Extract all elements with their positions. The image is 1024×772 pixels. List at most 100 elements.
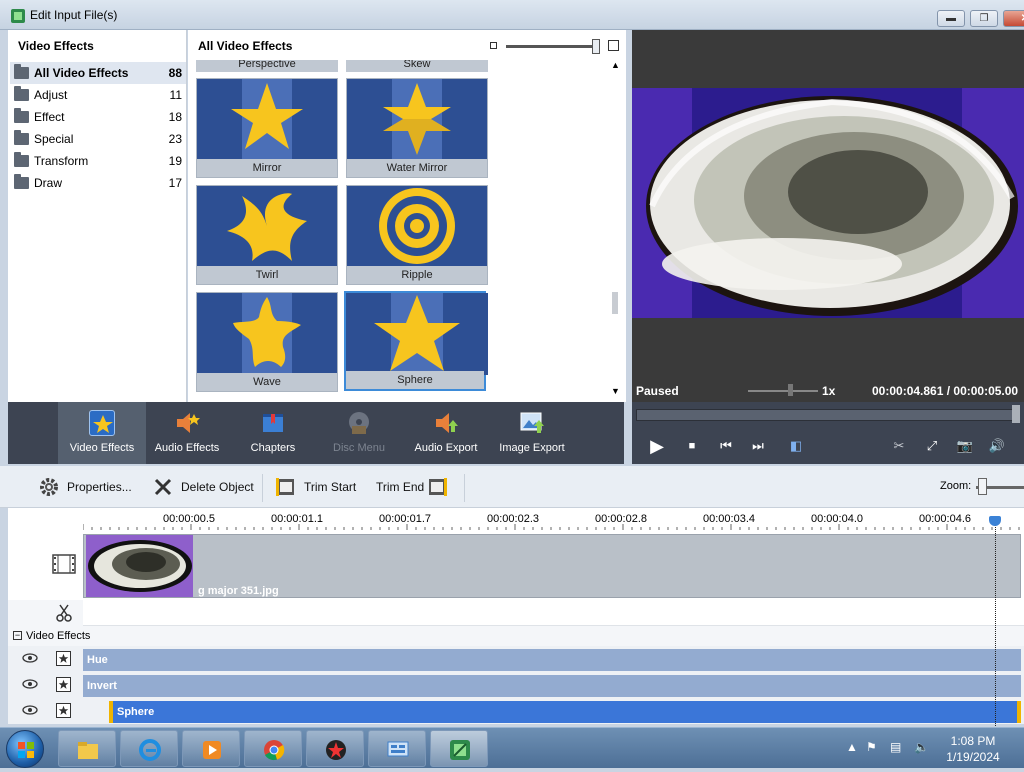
- audio-effects-button[interactable]: Audio Effects: [146, 402, 228, 464]
- effect-bar-invert[interactable]: Invert: [83, 675, 1021, 697]
- split-lane[interactable]: [83, 600, 1024, 626]
- effect-label: Sphere: [346, 371, 484, 389]
- scroll-down-icon[interactable]: ▼: [611, 386, 620, 396]
- category-special[interactable]: Special 23: [10, 128, 186, 150]
- disc-menu-button[interactable]: Disc Menu: [316, 402, 402, 464]
- clock-date[interactable]: 1/19/2024: [940, 750, 1006, 764]
- next-frame-button[interactable]: ⏭: [749, 437, 767, 455]
- trim-end-button[interactable]: Trim End: [376, 476, 450, 498]
- trim-handle-end[interactable]: [1017, 701, 1021, 723]
- windows-logo-icon: [18, 742, 34, 758]
- audio-export-button[interactable]: Audio Export: [402, 402, 490, 464]
- scissors-icon[interactable]: [56, 604, 72, 622]
- fullscreen-button[interactable]: ⤢: [923, 437, 941, 455]
- minimize-button[interactable]: ▬: [937, 10, 965, 27]
- speed-slider-thumb[interactable]: [788, 384, 793, 396]
- delete-icon: [152, 476, 174, 498]
- water-mirror-preview-icon: [347, 79, 487, 159]
- category-label: Transform: [34, 154, 89, 168]
- scrollbar-thumb[interactable]: [612, 292, 618, 314]
- eye-icon[interactable]: [22, 652, 38, 664]
- folder-icon: [14, 174, 29, 189]
- tray-network-icon[interactable]: ▤: [890, 740, 906, 756]
- effect-thumb-water-mirror[interactable]: Water Mirror: [346, 78, 488, 178]
- taskbar-chrome[interactable]: [244, 730, 302, 767]
- category-count: 17: [168, 176, 182, 190]
- effect-thumb-skew[interactable]: Skew: [346, 60, 488, 72]
- seek-bar[interactable]: [636, 409, 1020, 421]
- preview-frame-image: [632, 88, 1024, 318]
- cut-button[interactable]: ✂: [889, 437, 909, 455]
- effect-thumb-sphere[interactable]: Sphere: [344, 291, 488, 391]
- delete-object-button[interactable]: Delete Object: [152, 476, 256, 498]
- eye-icon[interactable]: [22, 704, 38, 716]
- effect-star-icon[interactable]: [56, 703, 71, 718]
- previous-frame-button[interactable]: ⏮: [717, 437, 735, 455]
- effect-thumb-ripple[interactable]: Ripple: [346, 185, 488, 285]
- effects-gallery: All Video Effects Perspective Skew Mirro…: [188, 30, 626, 402]
- effect-star-icon[interactable]: [56, 651, 71, 666]
- effect-thumb-wave[interactable]: Wave: [196, 292, 338, 392]
- disc-menu-icon: [346, 410, 372, 436]
- gallery-scrollbar[interactable]: ▲ ▼: [609, 60, 623, 400]
- split-view-icon[interactable]: ◧: [784, 437, 808, 455]
- category-count: 11: [169, 88, 182, 102]
- effect-thumb-perspective[interactable]: Perspective: [196, 60, 338, 72]
- playhead-line: [995, 520, 996, 726]
- folder-icon: [14, 152, 29, 167]
- thumbnail-size-slider-thumb[interactable]: [592, 39, 600, 54]
- thumbnail-size-slider[interactable]: [506, 45, 594, 48]
- seek-bar-thumb[interactable]: [1012, 405, 1020, 423]
- image-export-icon: [519, 410, 545, 436]
- chrome-icon: [264, 740, 285, 761]
- video-effects-button[interactable]: Video Effects: [58, 402, 146, 464]
- maximize-button[interactable]: ❐: [970, 10, 998, 27]
- thumbnail-size-large-icon[interactable]: [608, 40, 619, 51]
- close-button[interactable]: ✕: [1003, 10, 1024, 27]
- category-draw[interactable]: Draw 17: [10, 172, 186, 194]
- zoom-slider-thumb[interactable]: [978, 478, 987, 495]
- effect-thumb-twirl[interactable]: Twirl: [196, 185, 338, 285]
- stop-button[interactable]: ■: [683, 437, 701, 455]
- thumbnail-size-small-icon[interactable]: [490, 42, 497, 49]
- video-clip[interactable]: g major 351.jpg: [83, 534, 1021, 598]
- properties-button[interactable]: Properties...: [38, 476, 138, 498]
- tray-expand-icon[interactable]: ▲: [846, 740, 862, 756]
- trim-end-label: Trim End: [376, 480, 425, 494]
- tray-volume-icon[interactable]: 🔈: [914, 740, 930, 756]
- timeline-ruler[interactable]: 00:00:00.5 00:00:01.1 00:00:01.7 00:00:0…: [8, 508, 1024, 530]
- video-track-header: [8, 530, 83, 600]
- toolbar-divider: [464, 474, 465, 502]
- collapse-toggle-icon[interactable]: −: [13, 631, 22, 640]
- eye-icon[interactable]: [22, 678, 38, 690]
- effect-thumb-mirror[interactable]: Mirror: [196, 78, 338, 178]
- audio-effects-icon: [174, 410, 200, 436]
- effect-bar-hue[interactable]: Hue: [83, 649, 1021, 671]
- play-button[interactable]: ▶: [648, 437, 666, 455]
- category-all-video-effects[interactable]: All Video Effects 88: [10, 62, 186, 84]
- category-transform[interactable]: Transform 19: [10, 150, 186, 172]
- start-button[interactable]: [6, 730, 44, 768]
- tray-flag-icon[interactable]: ⚑: [866, 740, 882, 756]
- scroll-up-icon[interactable]: ▲: [611, 60, 620, 70]
- trim-start-button[interactable]: Trim Start: [275, 476, 361, 498]
- effect-bar-sphere[interactable]: Sphere: [113, 701, 1017, 723]
- category-adjust[interactable]: Adjust 11: [10, 84, 186, 106]
- taskbar-media-player[interactable]: [182, 730, 240, 767]
- taskbar-internet-explorer[interactable]: [120, 730, 178, 767]
- chapters-button[interactable]: Chapters: [230, 402, 316, 464]
- volume-button[interactable]: 🔊: [988, 437, 1006, 455]
- speed-slider[interactable]: [748, 390, 818, 392]
- image-export-button[interactable]: Image Export: [490, 402, 574, 464]
- trim-end-icon: [426, 476, 448, 498]
- taskbar-video-editor[interactable]: [306, 730, 364, 767]
- effect-star-icon[interactable]: [56, 677, 71, 692]
- taskbar-control-panel[interactable]: [368, 730, 426, 767]
- snapshot-button[interactable]: 📷: [956, 437, 974, 455]
- zoom-label: Zoom:: [940, 480, 972, 492]
- taskbar-avs-editor[interactable]: [430, 730, 488, 767]
- taskbar-file-explorer[interactable]: [58, 730, 116, 767]
- toolbar-divider: [262, 474, 263, 502]
- clock-time[interactable]: 1:08 PM: [940, 734, 1006, 748]
- category-effect[interactable]: Effect 18: [10, 106, 186, 128]
